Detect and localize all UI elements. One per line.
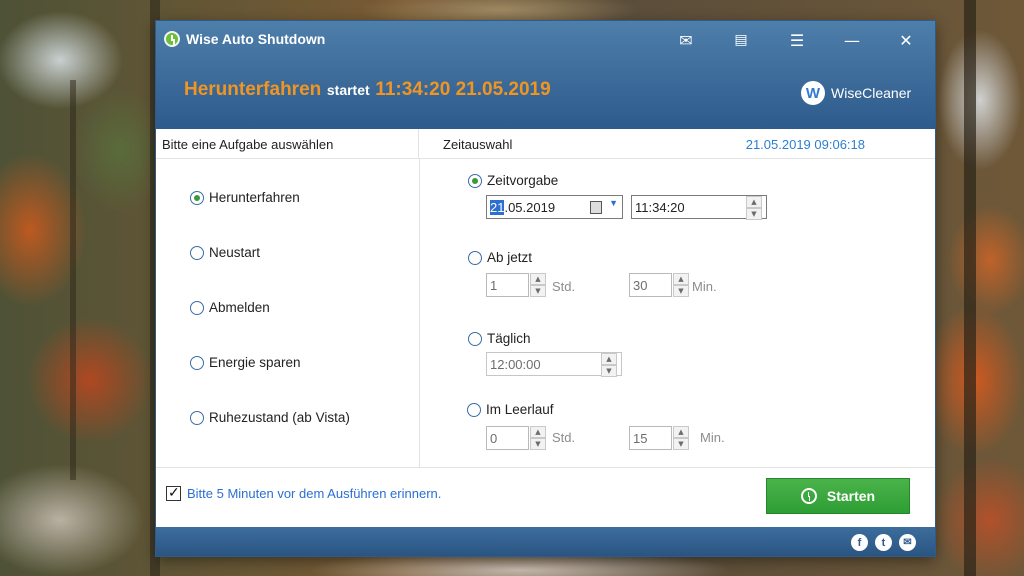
stepper-up-icon[interactable]: ▲ — [530, 426, 546, 438]
time-radio-im-leerlauf[interactable]: Im Leerlauf — [467, 402, 554, 417]
column-divider — [419, 159, 420, 467]
stepper-down-icon[interactable]: ▼ — [746, 208, 762, 220]
stepper-up-icon[interactable]: ▲ — [530, 273, 546, 285]
radio-label: Energie sparen — [209, 355, 301, 370]
app-title: Wise Auto Shutdown — [186, 31, 326, 47]
radio-label: Ruhezustand (ab Vista) — [209, 410, 350, 425]
radio-label: Neustart — [209, 245, 261, 260]
minutes-stepper[interactable]: ▲ ▼ — [673, 273, 689, 297]
summary-datetime: 11:34:20 21.05.2019 — [375, 79, 551, 100]
window-header: Wise Auto Shutdown ✉ ▤ ☰ — ✕ Herunterfah… — [156, 21, 935, 129]
time-radio-taeglich[interactable]: Täglich — [468, 331, 531, 346]
radio-dot — [190, 300, 204, 315]
date-selected-part: 21 — [490, 200, 505, 215]
title-bar[interactable]: Wise Auto Shutdown ✉ ▤ ☰ — ✕ — [156, 21, 935, 59]
radio-dot — [190, 245, 204, 260]
radio-dot — [190, 355, 204, 370]
footer-bar: f t ✉ — [156, 527, 935, 556]
minimize-button[interactable]: — — [839, 29, 865, 51]
idle-hours-stepper[interactable]: ▲ ▼ — [530, 426, 546, 450]
task-heading: Bitte eine Aufgabe auswählen — [156, 129, 419, 159]
radio-dot — [468, 173, 482, 188]
date-picker[interactable]: 21.05.2019 ▼ — [486, 195, 623, 219]
menu-icon[interactable]: ☰ — [784, 29, 810, 51]
reminder-checkbox[interactable]: Bitte 5 Minuten vor dem Ausführen erinne… — [166, 484, 442, 501]
hours-input[interactable]: 1 — [486, 273, 529, 297]
idle-minutes-value: 15 — [633, 431, 648, 446]
radio-dot — [468, 331, 482, 346]
mail-share-icon[interactable]: ✉ — [899, 534, 916, 551]
task-radio-abmelden[interactable]: Abmelden — [190, 300, 270, 315]
stepper-down-icon[interactable]: ▼ — [530, 438, 546, 450]
task-radio-ruhezustand[interactable]: Ruhezustand (ab Vista) — [190, 410, 350, 425]
stepper-up-icon[interactable]: ▲ — [673, 273, 689, 285]
time-radio-ab-jetzt[interactable]: Ab jetzt — [468, 250, 532, 265]
time-radio-zeitvorgabe[interactable]: Zeitvorgabe — [468, 173, 558, 188]
radio-dot — [467, 402, 481, 417]
task-radio-energie-sparen[interactable]: Energie sparen — [190, 355, 301, 370]
daily-time-stepper[interactable]: ▲ ▼ — [601, 353, 617, 377]
reminder-label: Bitte 5 Minuten vor dem Ausführen erinne… — [187, 486, 442, 501]
radio-label: Ab jetzt — [487, 250, 533, 265]
idle-hours-value: 0 — [490, 431, 498, 446]
time-heading: Zeitauswahl — [443, 137, 513, 152]
current-datetime: 21.05.2019 09:06:18 — [745, 137, 865, 152]
radio-label: Im Leerlauf — [486, 402, 554, 417]
facebook-icon[interactable]: f — [851, 534, 868, 551]
radio-label: Abmelden — [209, 300, 270, 315]
brand[interactable]: W WiseCleaner — [801, 81, 911, 105]
hours-unit: Std. — [552, 279, 576, 294]
calendar-icon[interactable] — [590, 201, 602, 214]
time-value: 11:34:20 — [635, 200, 685, 215]
schedule-summary: Herunterfahren startet 11:34:20 21.05.20… — [184, 79, 551, 101]
task-radio-herunterfahren[interactable]: Herunterfahren — [190, 190, 300, 205]
time-heading-row: Zeitauswahl 21.05.2019 09:06:18 — [419, 129, 935, 159]
stepper-up-icon[interactable]: ▲ — [601, 353, 617, 365]
stepper-up-icon[interactable]: ▲ — [746, 196, 762, 208]
summary-starts: startet — [326, 82, 370, 98]
radio-dot — [190, 190, 204, 205]
twitter-icon[interactable]: t — [875, 534, 892, 551]
wisecleaner-logo-icon: W — [801, 81, 825, 105]
hours-value: 1 — [490, 278, 498, 293]
radio-dot — [190, 410, 204, 425]
bottom-divider — [156, 467, 935, 468]
stepper-down-icon[interactable]: ▼ — [601, 365, 617, 377]
radio-label: Täglich — [487, 331, 531, 346]
checkbox-box — [166, 484, 181, 501]
idle-minutes-unit: Min. — [700, 430, 725, 445]
task-radio-neustart[interactable]: Neustart — [190, 245, 260, 260]
minutes-input[interactable]: 30 — [629, 273, 672, 297]
alarm-clock-icon — [164, 31, 180, 47]
stepper-up-icon[interactable]: ▲ — [673, 426, 689, 438]
daily-time-value: 12:00:00 — [490, 357, 541, 372]
close-button[interactable]: ✕ — [893, 29, 919, 51]
radio-dot — [468, 250, 482, 265]
brand-name: WiseCleaner — [831, 85, 912, 101]
alarm-clock-icon — [800, 488, 817, 504]
stepper-down-icon[interactable]: ▼ — [673, 285, 689, 297]
hours-stepper[interactable]: ▲ ▼ — [530, 273, 546, 297]
idle-minutes-input[interactable]: 15 — [629, 426, 672, 450]
app-window: Wise Auto Shutdown ✉ ▤ ☰ — ✕ Herunterfah… — [156, 21, 935, 556]
summary-action: Herunterfahren — [184, 79, 322, 100]
chevron-down-icon[interactable]: ▼ — [609, 198, 618, 208]
mail-icon[interactable]: ✉ — [673, 29, 699, 51]
date-rest: .05.2019 — [504, 200, 556, 215]
time-stepper[interactable]: ▲ ▼ — [746, 196, 762, 220]
start-button[interactable]: Starten — [766, 478, 910, 514]
radio-label: Zeitvorgabe — [487, 173, 559, 188]
idle-minutes-stepper[interactable]: ▲ ▼ — [673, 426, 689, 450]
idle-hours-input[interactable]: 0 — [486, 426, 529, 450]
stepper-down-icon[interactable]: ▼ — [673, 438, 689, 450]
radio-label: Herunterfahren — [209, 190, 300, 205]
idle-hours-unit: Std. — [552, 430, 576, 445]
tree-trunk — [70, 80, 76, 480]
minutes-value: 30 — [633, 278, 648, 293]
stepper-down-icon[interactable]: ▼ — [530, 285, 546, 297]
feedback-icon[interactable]: ▤ — [728, 29, 754, 51]
minutes-unit: Min. — [692, 279, 717, 294]
tree-trunk — [964, 0, 976, 576]
start-label: Starten — [826, 488, 876, 504]
